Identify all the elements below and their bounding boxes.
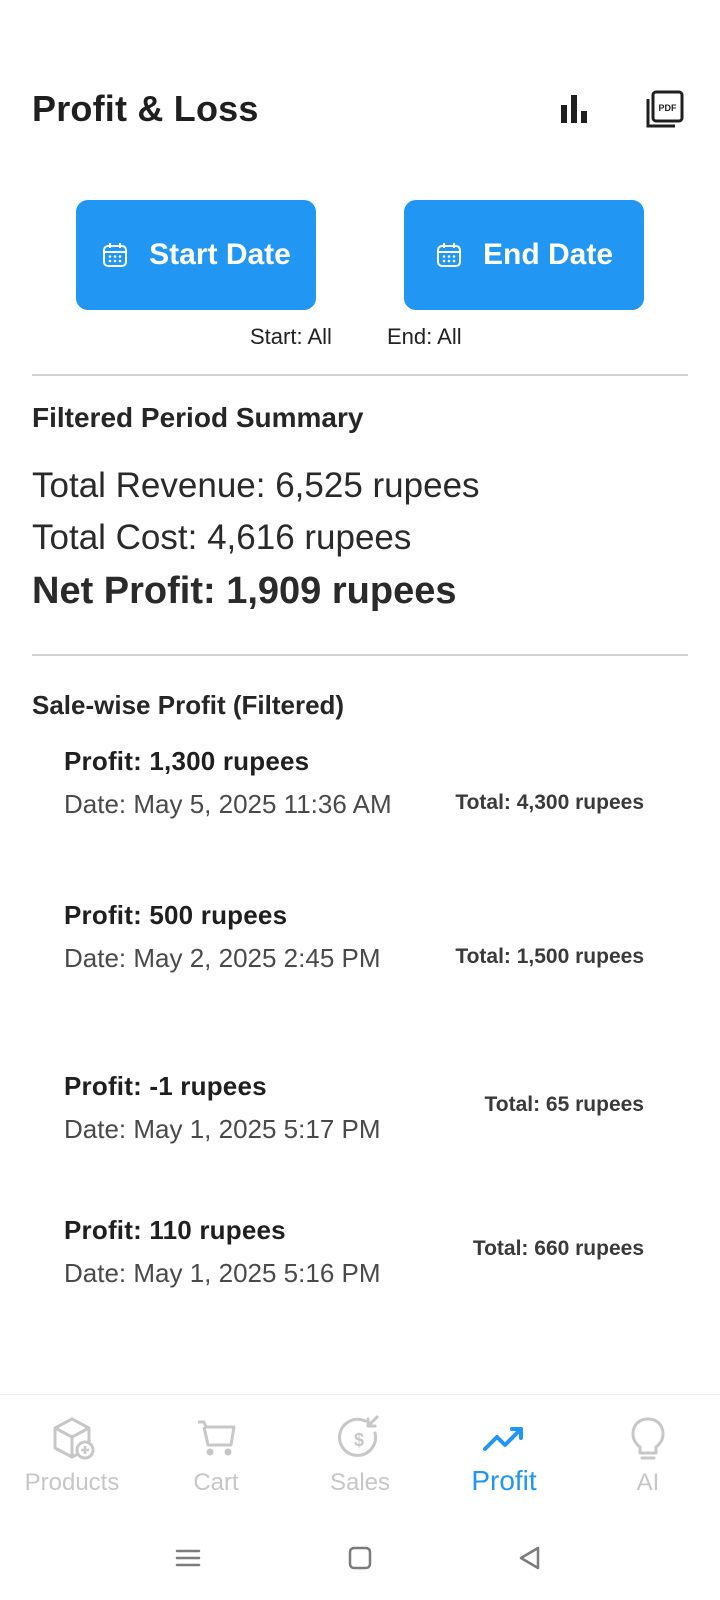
nav-profit[interactable]: Profit [432,1395,576,1507]
end-range-text: End: All [387,324,462,349]
sales-icon: $ [338,1415,379,1457]
bar-chart-icon [561,95,587,123]
nav-label: Products [24,1469,120,1496]
start-range-text: Start: All [250,324,332,349]
products-icon [53,1417,95,1460]
sale-date: Date: May 2, 2025 2:45 PM [64,943,381,973]
end-date-button[interactable]: End Date [404,200,644,310]
nav-products[interactable]: Products [0,1395,144,1507]
sale-total: Total: 1,500 rupees [455,945,644,968]
svg-text:PDF: PDF [659,103,678,113]
nav-cart[interactable]: Cart [144,1395,288,1507]
chart-button[interactable] [548,82,604,138]
divider [32,374,688,376]
nav-label: Profit [471,1465,537,1496]
sale-profit: Profit: 500 rupees [64,900,288,930]
divider [32,654,688,656]
sale-total: Total: 65 rupees [484,1093,645,1116]
home-icon [348,1546,372,1570]
app-bar: Profit & Loss PDF [0,0,720,190]
sale-total: Total: 4,300 rupees [455,791,644,814]
menu-icon [175,1549,201,1567]
nav-ai[interactable]: AI [576,1395,720,1507]
start-date-label: Start Date [149,238,291,271]
lightbulb-icon [631,1417,665,1460]
sale-total: Total: 660 rupees [472,1237,644,1260]
nav-label: AI [636,1469,660,1496]
sale-date: Date: May 1, 2025 5:16 PM [64,1258,381,1288]
total-revenue-text: Total Revenue: 6,525 rupees [32,466,480,505]
sale-list-item[interactable]: Profit: -1 rupees Date: May 1, 2025 5:17… [64,1071,644,1161]
system-back-button[interactable] [508,1536,552,1580]
system-recents-button[interactable] [166,1536,210,1580]
sales-section-title: Sale-wise Profit (Filtered) [32,690,345,720]
net-profit-text: Net Profit: 1,909 rupees [32,570,457,612]
sale-date: Date: May 1, 2025 5:17 PM [64,1114,381,1144]
system-navigation-bar [0,1518,720,1600]
cart-icon [198,1420,236,1456]
total-cost-text: Total Cost: 4,616 rupees [32,518,412,557]
sale-list-item[interactable]: Profit: 110 rupees Date: May 1, 2025 5:1… [64,1215,644,1305]
nav-label: Sales [329,1469,391,1496]
sale-list-item[interactable]: Profit: 500 rupees Date: May 2, 2025 2:4… [64,900,644,1030]
nav-sales[interactable]: $ Sales [288,1395,432,1507]
calendar-icon [103,243,128,267]
nav-label: Cart [193,1469,239,1496]
back-icon [519,1546,540,1570]
end-date-label: End Date [482,238,614,271]
bottom-navigation: Products Cart $ Sales Profit AI [0,1394,720,1507]
trending-up-icon [483,1427,523,1451]
pdf-export-button[interactable]: PDF [636,82,692,138]
summary-title: Filtered Period Summary [32,402,364,433]
sale-profit: Profit: 1,300 rupees [64,746,310,776]
pdf-icon: PDF [646,90,684,128]
sale-profit: Profit: -1 rupees [64,1071,267,1101]
start-date-button[interactable]: Start Date [76,200,316,310]
sale-date: Date: May 5, 2025 11:36 AM [64,789,392,819]
page-title: Profit & Loss [32,88,259,129]
sale-profit: Profit: 110 rupees [64,1215,286,1245]
system-home-button[interactable] [338,1536,382,1580]
calendar-icon [436,243,461,267]
sale-list-item[interactable]: Profit: 1,300 rupees Date: May 5, 2025 1… [64,746,644,876]
svg-text:$: $ [354,1430,364,1450]
